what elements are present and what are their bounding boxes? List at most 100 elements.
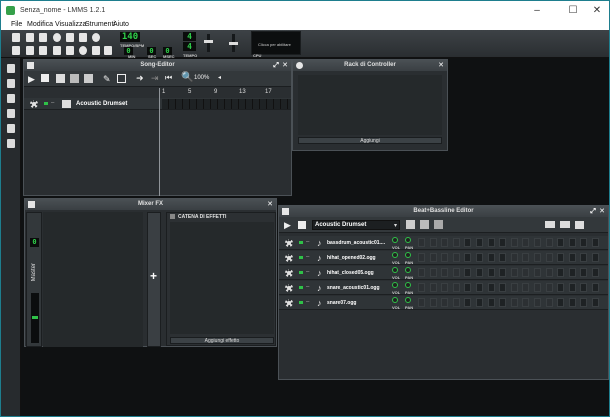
beat-track-volume-knob[interactable] — [392, 237, 398, 243]
beat-step[interactable] — [441, 268, 449, 277]
beat-step[interactable] — [441, 298, 449, 307]
beat-step[interactable] — [510, 238, 518, 247]
beat-add-sample-icon[interactable] — [420, 220, 429, 229]
song-editor-icon[interactable] — [12, 46, 20, 55]
new-from-template-icon[interactable] — [26, 33, 34, 42]
zoom-dropdown-icon[interactable]: ◂ — [218, 74, 221, 81]
add-sample-track-icon[interactable] — [70, 74, 79, 83]
master-volume-handle[interactable] — [204, 40, 213, 43]
beat-stop-icon[interactable] — [298, 221, 306, 229]
menu-aiuto[interactable]: Aiuto — [113, 21, 129, 28]
beat-track-pan-knob[interactable] — [405, 297, 411, 303]
beat-track-solo-icon[interactable]: – — [306, 284, 309, 290]
beat-track-pan-knob[interactable] — [405, 282, 411, 288]
beat-track-gear-icon[interactable] — [285, 239, 293, 247]
beat-track-volume-knob[interactable] — [392, 297, 398, 303]
beat-track-pan-knob[interactable] — [405, 252, 411, 258]
master-channel-strip[interactable]: 0 Master — [26, 212, 42, 347]
beat-track-name[interactable]: hihat_opened02.ogg — [327, 255, 376, 261]
beat-step[interactable] — [452, 283, 460, 292]
beat-step[interactable] — [452, 268, 460, 277]
track-pattern-area[interactable] — [162, 99, 291, 109]
beat-step[interactable] — [429, 253, 437, 262]
beat-step[interactable] — [568, 268, 576, 277]
beat-track-volume-knob[interactable] — [392, 252, 398, 258]
close-button[interactable]: ✕ — [584, 4, 610, 17]
beat-track-gear-icon[interactable] — [285, 299, 293, 307]
my-presets-icon[interactable] — [7, 109, 15, 118]
beat-track-pan-knob[interactable] — [405, 237, 411, 243]
tempo-lcd[interactable]: 140 — [120, 32, 140, 42]
beat-step[interactable] — [464, 268, 472, 277]
beat-step[interactable] — [418, 298, 425, 307]
recent-projects-icon[interactable] — [53, 33, 61, 42]
beat-step[interactable] — [545, 298, 553, 307]
beat-step[interactable] — [510, 283, 518, 292]
beat-track-mute-led-icon[interactable] — [299, 256, 303, 259]
beat-step[interactable] — [464, 298, 472, 307]
beat-step[interactable] — [580, 268, 588, 277]
master-fader-handle[interactable] — [32, 316, 38, 319]
beat-step[interactable] — [568, 298, 576, 307]
beat-step[interactable] — [580, 253, 588, 262]
beat-step[interactable] — [592, 268, 599, 277]
beat-step[interactable] — [510, 298, 518, 307]
plugin-browser-icon[interactable] — [7, 64, 15, 73]
beat-step[interactable] — [487, 298, 495, 307]
beat-editor-icon[interactable] — [26, 46, 34, 55]
mixer-close-icon[interactable]: ✕ — [267, 199, 273, 210]
beat-step[interactable] — [441, 253, 449, 262]
beat-step[interactable] — [452, 238, 460, 247]
beat-step[interactable] — [580, 298, 588, 307]
beat-step[interactable] — [487, 268, 495, 277]
loop-points-icon[interactable]: ⇥ — [151, 73, 159, 84]
beat-step[interactable] — [522, 253, 530, 262]
beat-play-icon[interactable]: ▶ — [284, 220, 291, 231]
beat-step[interactable] — [557, 268, 565, 277]
beat-step[interactable] — [441, 238, 449, 247]
add-beat-track-icon[interactable] — [56, 74, 65, 83]
beat-step[interactable] — [592, 283, 599, 292]
beat-step[interactable] — [522, 238, 530, 247]
stop-icon[interactable] — [41, 74, 49, 82]
beat-step[interactable] — [592, 253, 599, 262]
beat-step[interactable] — [499, 253, 507, 262]
song-editor-close-icon[interactable]: ✕ — [282, 60, 288, 71]
help-icon[interactable] — [92, 33, 100, 42]
beat-step[interactable] — [568, 238, 576, 247]
beat-track-solo-icon[interactable]: – — [306, 269, 309, 275]
beat-step[interactable] — [418, 238, 425, 247]
beat-track-mute-led-icon[interactable] — [299, 241, 303, 244]
beat-track-mute-led-icon[interactable] — [299, 286, 303, 289]
auto-scroll-icon[interactable]: ➜ — [136, 73, 144, 84]
beat-step[interactable] — [464, 238, 472, 247]
solo-icon[interactable]: – — [51, 100, 54, 106]
beat-step[interactable] — [476, 298, 483, 307]
beat-step[interactable] — [510, 268, 518, 277]
beat-step[interactable] — [568, 283, 576, 292]
beat-step[interactable] — [510, 253, 518, 262]
new-project-icon[interactable] — [12, 33, 20, 42]
beat-step[interactable] — [557, 283, 565, 292]
draw-mode-icon[interactable]: ✎ — [103, 74, 111, 85]
stop-behavior-icon[interactable]: ⏮ — [165, 73, 172, 83]
beat-step[interactable] — [557, 238, 565, 247]
controller-rack-close-icon[interactable]: ✕ — [438, 60, 444, 71]
add-controller-button[interactable]: Aggiungi — [298, 137, 442, 144]
track-name[interactable]: Acoustic Drumset — [76, 101, 127, 107]
menu-strumenti[interactable]: Strumenti — [85, 21, 115, 28]
timeline-ruler[interactable]: 1 5 9 13 17 — [159, 88, 291, 98]
edit-mode-icon[interactable] — [117, 74, 126, 83]
beat-step[interactable] — [452, 253, 460, 262]
menu-visualizza[interactable]: Visualizza — [55, 21, 86, 28]
playhead[interactable] — [159, 88, 160, 196]
maximize-button[interactable]: ☐ — [560, 4, 586, 17]
menu-modifica[interactable]: Modifica — [27, 21, 53, 28]
beat-step[interactable] — [499, 238, 507, 247]
beat-step[interactable] — [429, 238, 437, 247]
my-home-icon[interactable] — [7, 124, 15, 133]
beat-step[interactable] — [429, 283, 437, 292]
menu-file[interactable]: File — [11, 21, 22, 28]
beat-step[interactable] — [534, 253, 541, 262]
beat-track-name[interactable]: hihat_closed05.ogg — [327, 270, 374, 276]
